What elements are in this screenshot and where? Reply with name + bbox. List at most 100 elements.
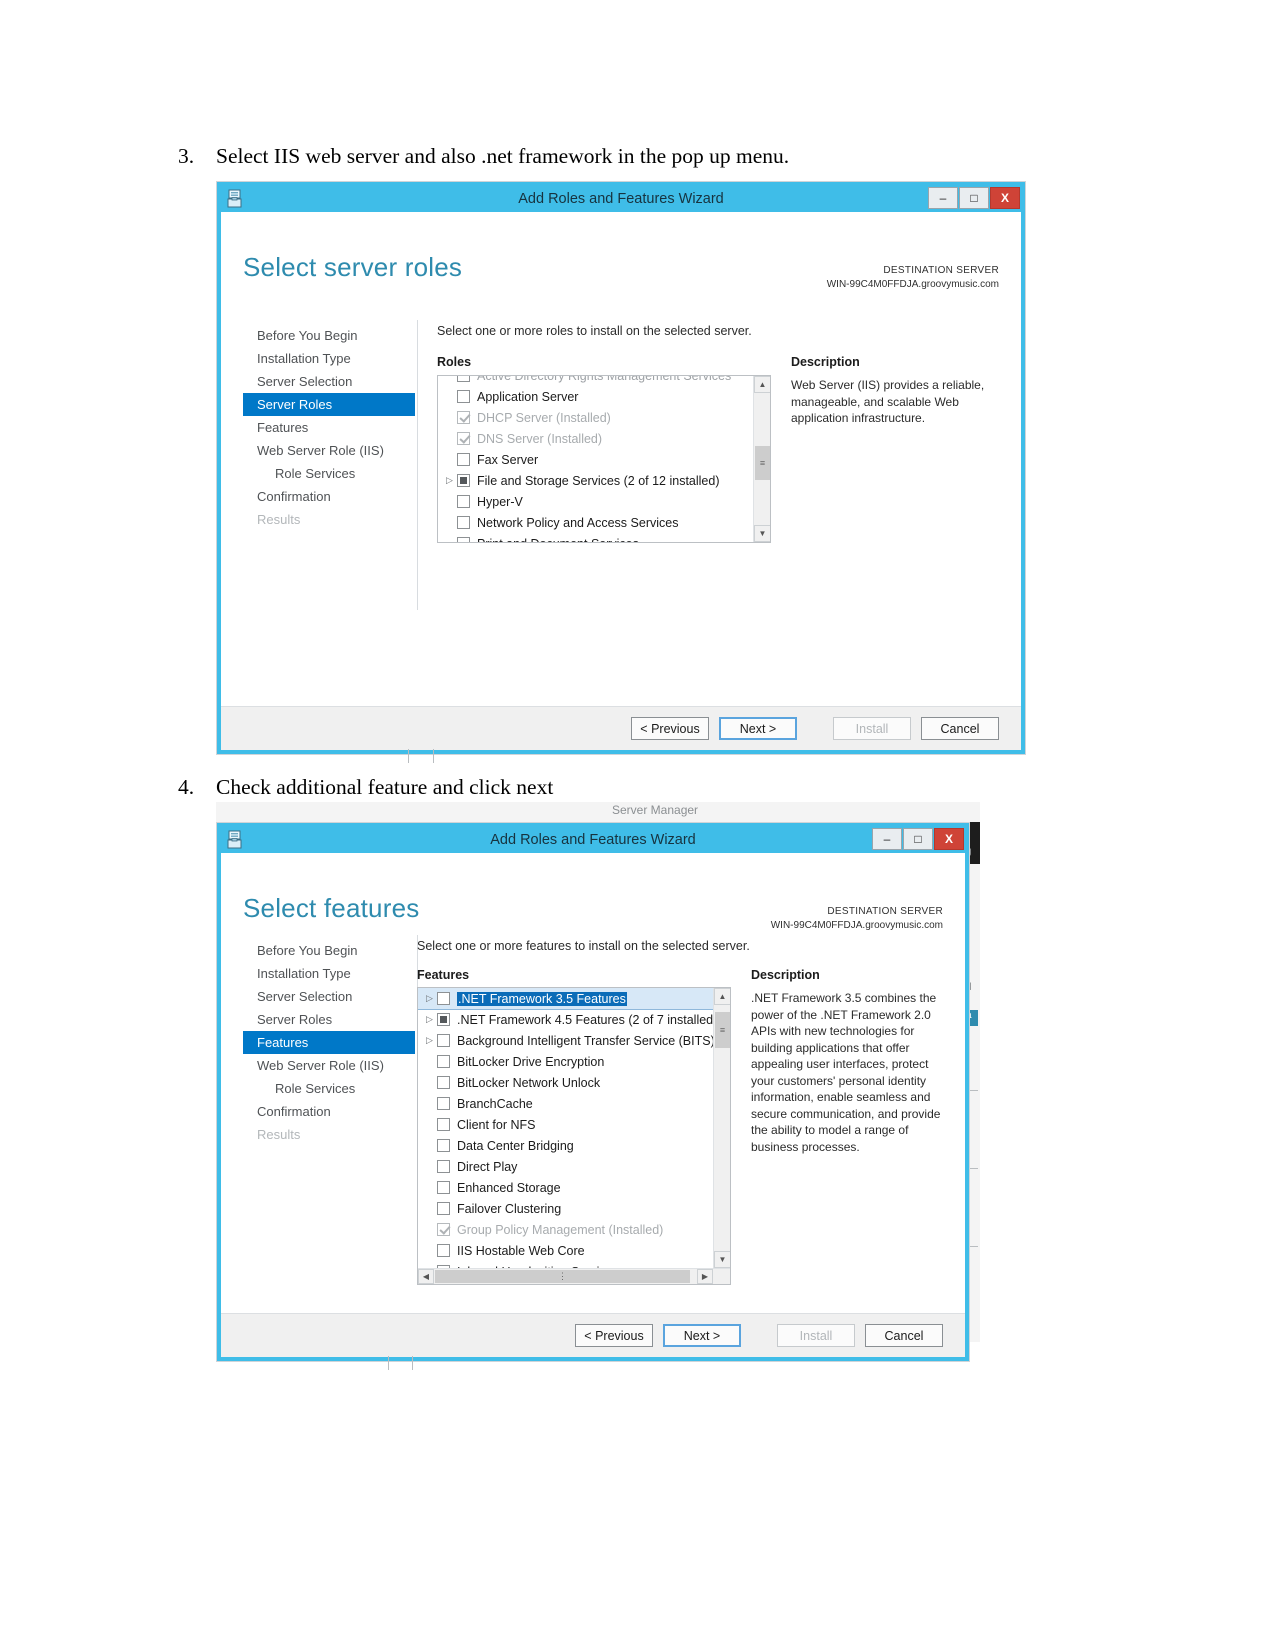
checkbox[interactable] — [457, 495, 470, 508]
list-item[interactable]: ▷ DHCP Server (Installed) — [438, 407, 753, 428]
add-roles-wizard-window-1[interactable]: Add Roles and Features Wizard – □ X Sele… — [216, 181, 1026, 755]
sidebar-item-role-services[interactable]: Role Services — [243, 1077, 415, 1100]
expand-triangle-icon[interactable]: ▷ — [442, 475, 457, 486]
list-item[interactable]: ▷ Direct Play — [418, 1156, 713, 1177]
checkbox[interactable] — [437, 1244, 450, 1257]
list-item[interactable]: ▷ Network Policy and Access Services — [438, 512, 753, 533]
list-item[interactable]: ▷ BitLocker Drive Encryption — [418, 1051, 713, 1072]
list-item[interactable]: ▷ .NET Framework 4.5 Features (2 of 7 ins… — [418, 1009, 717, 1030]
checkbox[interactable] — [437, 1139, 450, 1152]
scrollbar-thumb[interactable]: ≡ — [715, 1012, 730, 1048]
list-item[interactable]: ▷ Failover Clustering — [418, 1198, 713, 1219]
scroll-right-icon[interactable]: ▶ — [697, 1269, 713, 1284]
scroll-down-icon[interactable]: ▼ — [754, 525, 770, 542]
list-item[interactable]: ▷ IIS Hostable Web Core — [418, 1240, 713, 1261]
list-item[interactable]: ▷ DNS Server (Installed) — [438, 428, 753, 449]
cancel-button[interactable]: Cancel — [921, 717, 999, 740]
close-button[interactable]: X — [990, 187, 1020, 209]
wizard-2-titlebar[interactable]: Add Roles and Features Wizard – □ X — [221, 827, 965, 853]
list-item[interactable]: ▷ Fax Server — [438, 449, 753, 470]
list-item[interactable]: ▷ Client for NFS — [418, 1114, 713, 1135]
previous-button[interactable]: < Previous — [575, 1324, 653, 1347]
list-item[interactable]: ▷ .NET Framework 3.5 Features — [418, 988, 714, 1010]
wizard-2-navigation[interactable]: Before You Begin Installation Type Server … — [243, 939, 415, 1146]
checkbox[interactable] — [437, 1097, 450, 1110]
list-item[interactable]: ▷ Enhanced Storage — [418, 1177, 713, 1198]
sidebar-item-web-server-role-iis[interactable]: Web Server Role (IIS) — [243, 439, 415, 462]
checkbox[interactable] — [437, 992, 450, 1005]
list-item[interactable]: ▷ BranchCache — [418, 1093, 713, 1114]
list-item[interactable]: ▷ Hyper-V — [438, 491, 753, 512]
sidebar-item-features[interactable]: Features — [243, 416, 415, 439]
checkbox[interactable] — [437, 1013, 450, 1026]
sidebar-item-before-you-begin[interactable]: Before You Begin — [243, 324, 415, 347]
wizard-2-button-row[interactable]: < Previous Next > Install Cancel — [565, 1324, 965, 1347]
wizard-1-titlebar[interactable]: Add Roles and Features Wizard – □ X — [221, 186, 1021, 212]
scrollbar-thumb[interactable]: ≡ — [755, 446, 770, 480]
wizard-2-window-controls[interactable]: – □ X — [872, 827, 965, 853]
checkbox[interactable] — [457, 516, 470, 529]
checkbox[interactable] — [437, 1034, 450, 1047]
list-item[interactable]: ▷ File and Storage Services (2 of 12 inst… — [438, 470, 753, 491]
list-item[interactable]: ▷ Print and Document Services — [438, 533, 753, 542]
sidebar-item-confirmation[interactable]: Confirmation — [243, 1100, 415, 1123]
checkbox[interactable] — [437, 1076, 450, 1089]
expand-triangle-icon[interactable]: ▷ — [422, 993, 437, 1004]
checkbox[interactable] — [437, 1055, 450, 1068]
list-item[interactable]: ▷ Group Policy Management (Installed) — [418, 1219, 713, 1240]
wizard-1-navigation[interactable]: Before You Begin Installation Type Server … — [243, 324, 415, 531]
scroll-up-icon[interactable]: ▲ — [714, 988, 730, 1005]
expand-triangle-icon[interactable]: ▷ — [422, 1014, 437, 1025]
roles-listbox[interactable]: ▷ Active Directory Rights Management Serv… — [437, 375, 771, 543]
sidebar-item-installation-type[interactable]: Installation Type — [243, 347, 415, 370]
list-item[interactable]: ▷ Background Intelligent Transfer Service… — [418, 1030, 715, 1051]
sidebar-item-features[interactable]: Features — [243, 1031, 415, 1054]
sidebar-item-web-server-role-iis[interactable]: Web Server Role (IIS) — [243, 1054, 415, 1077]
hscrollbar-thumb[interactable]: ⋮ — [435, 1270, 690, 1283]
checkbox[interactable] — [437, 1202, 450, 1215]
scroll-left-icon[interactable]: ◀ — [418, 1269, 434, 1284]
checkbox[interactable] — [457, 432, 470, 445]
list-item[interactable]: ▷ Active Directory Rights Management Serv… — [438, 376, 753, 386]
wizard-1-button-row[interactable]: < Previous Next > Install Cancel — [621, 717, 1021, 740]
expand-triangle-icon[interactable]: ▷ — [422, 1035, 437, 1046]
checkbox[interactable] — [437, 1118, 450, 1131]
features-vertical-scrollbar[interactable]: ▲ ≡ ▼ — [713, 988, 730, 1268]
features-list[interactable]: ▷ .NET Framework 3.5 Features ▷ .NET Framew… — [418, 988, 717, 1284]
checkbox[interactable] — [437, 1160, 450, 1173]
sidebar-item-server-roles[interactable]: Server Roles — [243, 1008, 415, 1031]
checkbox[interactable] — [457, 537, 470, 542]
sidebar-item-before-you-begin[interactable]: Before You Begin — [243, 939, 415, 962]
maximize-button[interactable]: □ — [959, 187, 989, 209]
sidebar-item-server-selection[interactable]: Server Selection — [243, 370, 415, 393]
next-button[interactable]: Next > — [719, 717, 797, 740]
minimize-button[interactable]: – — [872, 828, 902, 850]
sidebar-item-server-selection[interactable]: Server Selection — [243, 985, 415, 1008]
close-button[interactable]: X — [934, 828, 964, 850]
list-item[interactable]: ▷ BitLocker Network Unlock — [418, 1072, 713, 1093]
checkbox[interactable] — [457, 474, 470, 487]
sidebar-item-confirmation[interactable]: Confirmation — [243, 485, 415, 508]
previous-button[interactable]: < Previous — [631, 717, 709, 740]
maximize-button[interactable]: □ — [903, 828, 933, 850]
add-roles-wizard-window-2[interactable]: Add Roles and Features Wizard – □ X Sele… — [216, 822, 970, 1362]
checkbox[interactable] — [457, 453, 470, 466]
checkbox[interactable] — [437, 1181, 450, 1194]
checkbox[interactable] — [437, 1223, 450, 1236]
sidebar-item-role-services[interactable]: Role Services — [243, 462, 415, 485]
checkbox[interactable] — [457, 390, 470, 403]
roles-vertical-scrollbar[interactable]: ▲ ≡ ▼ — [753, 376, 770, 542]
list-item[interactable]: ▷ Data Center Bridging — [418, 1135, 713, 1156]
scroll-down-icon[interactable]: ▼ — [714, 1251, 730, 1268]
roles-list[interactable]: ▷ Active Directory Rights Management Serv… — [438, 376, 753, 542]
wizard-1-window-controls[interactable]: – □ X — [928, 186, 1021, 212]
features-listbox[interactable]: ▷ .NET Framework 3.5 Features ▷ .NET Framew… — [417, 987, 731, 1285]
scroll-up-icon[interactable]: ▲ — [754, 376, 770, 393]
sidebar-item-installation-type[interactable]: Installation Type — [243, 962, 415, 985]
list-item[interactable]: ▷ Application Server — [438, 386, 753, 407]
checkbox[interactable] — [457, 411, 470, 424]
features-horizontal-scrollbar[interactable]: ◀ ▶ ⋮ — [418, 1268, 730, 1284]
sidebar-item-server-roles[interactable]: Server Roles — [243, 393, 415, 416]
cancel-button[interactable]: Cancel — [865, 1324, 943, 1347]
next-button[interactable]: Next > — [663, 1324, 741, 1347]
